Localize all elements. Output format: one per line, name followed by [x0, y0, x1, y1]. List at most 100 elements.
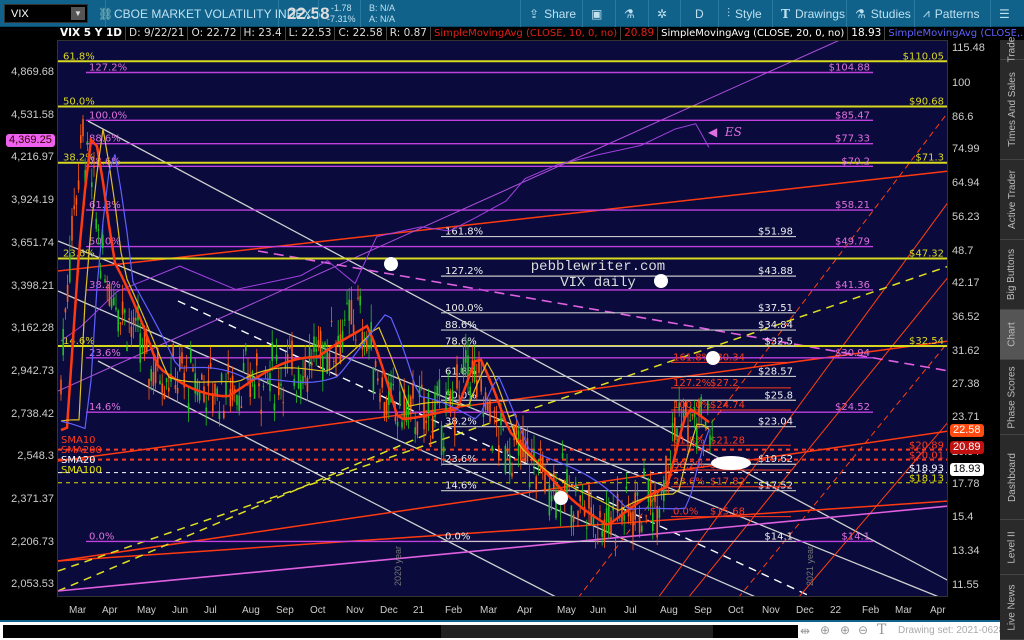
candle	[687, 424, 689, 441]
candle	[515, 423, 518, 435]
candle	[135, 317, 137, 321]
settings-button[interactable]: ✲	[648, 0, 675, 27]
sma10-study[interactable]: SimpleMovingAvg (CLOSE, 10, 0, no)	[431, 27, 622, 40]
sidebar-tab-times-and-sales[interactable]: Times And Sales	[1000, 60, 1024, 160]
time-axis: Mar Apr May Jun Jul Aug Sep Oct Nov Dec 21 Feb Mar Ap…	[57, 600, 948, 620]
candle	[150, 369, 152, 382]
candle	[295, 395, 298, 397]
candle	[469, 386, 471, 396]
candle	[368, 347, 370, 350]
vix-axis-tick: 86.6	[952, 111, 974, 123]
candle	[665, 455, 667, 485]
price-chart[interactable]: 61.8% $110.05 50.0% $90.68 38.2% $71.3 23.6% $4…	[57, 40, 948, 597]
candle	[196, 381, 199, 396]
candle	[339, 334, 342, 364]
chart-canvas: 61.8% $110.05 50.0% $90.68 38.2% $71.3 23.6% $4…	[58, 41, 947, 596]
time-axis-tick: Jul	[204, 605, 217, 616]
purple-fib-pct: 50.0%	[89, 237, 121, 248]
highlight-marker	[554, 491, 568, 505]
zoom-in-icon[interactable]: ⊕	[840, 623, 850, 637]
spx-axis-tick: 3,398.21	[11, 279, 54, 292]
sidebar-tab-big-buttons[interactable]: Big Buttons	[1000, 240, 1024, 310]
candle	[355, 339, 357, 341]
sidebar-tab-chart[interactable]: Chart	[1000, 310, 1024, 360]
candle	[205, 407, 207, 412]
chevron-down-icon[interactable]: ▼	[71, 7, 85, 20]
candle	[280, 383, 282, 386]
alert-button[interactable]: ▣	[582, 0, 610, 27]
pct-change: -7.31%	[327, 13, 356, 24]
candle	[102, 234, 104, 248]
drawings-button[interactable]: T Drawings	[772, 0, 853, 27]
candle	[262, 386, 265, 388]
time-axis-tick: May	[557, 605, 576, 616]
style-label: Style	[735, 6, 762, 21]
candle	[608, 506, 610, 534]
time-axis-tick: 22	[830, 605, 842, 616]
spx-axis-tick: 2,738.42	[11, 407, 54, 420]
sidebar-tab-trade[interactable]: Trade	[1000, 37, 1024, 62]
info-low: L: 22.53	[286, 27, 336, 40]
time-axis-tick: Nov	[346, 605, 364, 616]
candle	[86, 141, 89, 145]
pan-icon[interactable]: ⇹	[800, 624, 810, 638]
candle	[559, 509, 562, 513]
sidebar-tab-phase-scores[interactable]: Phase Scores	[1000, 360, 1024, 435]
style-button[interactable]: ⫶ Style	[718, 0, 770, 27]
toolbar: VIX ▼ ⛓ CBOE MARKET VOLATILITY INDEX 22.5…	[0, 0, 1024, 27]
spx-price-tag: 4,369.25	[6, 134, 55, 147]
symbol-input[interactable]: VIX ▼	[4, 4, 88, 23]
candle	[348, 299, 350, 321]
period-button[interactable]: D	[680, 0, 718, 27]
candle	[64, 308, 67, 313]
candle	[121, 301, 124, 315]
candle	[344, 319, 346, 321]
time-axis-tick: Mar	[69, 605, 87, 616]
menu-button[interactable]: ☰	[990, 0, 1018, 27]
time-axis-tick: Feb	[445, 605, 463, 616]
candle	[346, 302, 348, 304]
crosshair-icon[interactable]: ⊕	[820, 623, 830, 637]
purple-fib-price: $77.33	[835, 134, 870, 145]
sidebar-tab-live-news[interactable]: Live News	[1000, 575, 1024, 640]
scroll-track[interactable]	[3, 625, 798, 638]
candle	[678, 402, 680, 411]
sidebar-tab-label: Active Trader	[1006, 170, 1018, 229]
share-button[interactable]: ⇪ Share	[520, 0, 584, 27]
spx-axis-tick: 2,053.53	[11, 578, 54, 591]
text-tool-icon[interactable]: T	[877, 622, 886, 638]
sma3-study[interactable]: SimpleMovingAvg (CLOSE,...	[885, 27, 1024, 40]
vix-axis-tick: 36.52	[952, 311, 980, 323]
candle	[671, 423, 674, 428]
flask-button[interactable]: ⚗	[615, 0, 643, 27]
time-axis-tick: Oct	[728, 605, 744, 616]
candle	[491, 446, 493, 451]
studies-button[interactable]: ⚗ Studies	[846, 0, 919, 27]
sma10-value: 20.89	[621, 27, 659, 40]
chart-scrollbar: ⇹ ⊕ ⊕ ⊖ T Drawing set: 2021-0628	[0, 620, 1024, 640]
candle	[357, 297, 359, 299]
time-axis-tick: Nov	[762, 605, 780, 616]
yellow-fib-pct: 50.0%	[63, 96, 95, 107]
sidebar-tab-label: Chart	[1006, 322, 1018, 347]
purple-fib-price: $85.47	[835, 110, 870, 121]
candle	[506, 449, 509, 454]
candle	[66, 284, 69, 302]
candle	[458, 395, 460, 397]
candle	[165, 378, 168, 383]
candle	[691, 414, 694, 416]
drawing-set-selector[interactable]: Drawing set: 2021-0628	[898, 625, 1004, 636]
sma20-study[interactable]: SimpleMovingAvg (CLOSE, 20, 0, no)	[658, 27, 849, 40]
sidebar-tab-level-ii[interactable]: Level II	[1000, 520, 1024, 575]
yellow-fib-price: $90.68	[909, 96, 944, 107]
zoom-out-icon[interactable]: ⊖	[858, 623, 868, 637]
white-fib-price: $23.04	[758, 417, 793, 428]
spx-axis-tick: 4,531.58	[11, 108, 54, 121]
candle	[663, 480, 665, 502]
candle-icon: ⫶	[727, 6, 731, 20]
patterns-button[interactable]: ⩘ Patterns	[914, 0, 987, 27]
sidebar-tab-active-trader[interactable]: Active Trader	[1000, 160, 1024, 240]
candle	[410, 396, 412, 409]
scroll-thumb[interactable]	[441, 625, 713, 638]
sidebar-tab-dashboard[interactable]: Dashboard	[1000, 435, 1024, 520]
